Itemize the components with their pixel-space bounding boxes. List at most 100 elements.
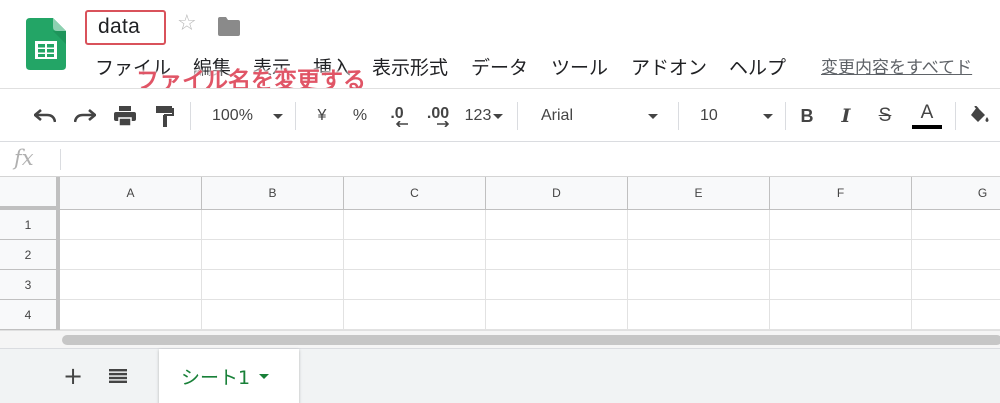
fill-color-button[interactable] — [965, 89, 995, 143]
spreadsheet-grid: A B C D E F G 1 2 3 4 — [0, 177, 1000, 337]
column-header-g[interactable]: G — [912, 177, 1000, 210]
menu-format[interactable]: 表示形式 — [372, 55, 448, 81]
column-header-e[interactable]: E — [628, 177, 770, 210]
percent-format-button[interactable]: % — [346, 89, 374, 143]
row-header-4[interactable]: 4 — [0, 300, 60, 330]
document-title[interactable]: data — [98, 15, 140, 39]
cell-c2[interactable] — [344, 240, 486, 270]
menu-data[interactable]: データ — [471, 55, 528, 81]
cell-c3[interactable] — [344, 270, 486, 300]
cell-e3[interactable] — [628, 270, 770, 300]
italic-icon: I — [841, 105, 851, 127]
text-color-swatch — [912, 125, 942, 129]
arrow-left-icon — [396, 121, 408, 127]
zoom-select[interactable]: 100% — [205, 89, 290, 143]
sheet-tab-1[interactable]: シート1 — [159, 349, 299, 403]
select-all-corner[interactable] — [0, 177, 60, 210]
paint-format-button[interactable] — [150, 89, 180, 143]
column-header-a[interactable]: A — [60, 177, 202, 210]
cell-g2[interactable] — [912, 240, 1000, 270]
percent-label: % — [352, 107, 368, 124]
cell-g4[interactable] — [912, 300, 1000, 330]
undo-icon — [34, 109, 56, 123]
cell-b2[interactable] — [202, 240, 344, 270]
print-button[interactable] — [110, 89, 140, 143]
column-header-c[interactable]: C — [344, 177, 486, 210]
toolbar: 100% ¥ % .0 .00 123 Arial 10 B I S A — [0, 88, 1000, 142]
currency-format-button[interactable]: ¥ — [308, 89, 336, 143]
horizontal-scrollbar[interactable] — [0, 330, 1000, 348]
formula-bar: fx — [0, 142, 1000, 177]
cell-b4[interactable] — [202, 300, 344, 330]
cell-b1[interactable] — [202, 210, 344, 240]
cell-a2[interactable] — [60, 240, 202, 270]
sheets-logo-icon[interactable] — [26, 18, 66, 70]
row-header-1[interactable]: 1 — [0, 210, 60, 240]
bold-icon: B — [800, 105, 814, 126]
cell-g1[interactable] — [912, 210, 1000, 240]
column-header-d[interactable]: D — [486, 177, 628, 210]
cell-c4[interactable] — [344, 300, 486, 330]
paint-bucket-icon — [971, 106, 989, 122]
cell-d2[interactable] — [486, 240, 628, 270]
redo-icon — [74, 109, 96, 123]
cell-a4[interactable] — [60, 300, 202, 330]
toolbar-divider — [785, 102, 786, 130]
formula-input[interactable] — [62, 142, 1000, 176]
all-sheets-menu-icon[interactable] — [109, 369, 127, 383]
bold-button[interactable]: B — [793, 89, 821, 143]
currency-label: ¥ — [317, 107, 327, 124]
cell-f2[interactable] — [770, 240, 912, 270]
row-header-3[interactable]: 3 — [0, 270, 60, 300]
scrollbar-thumb[interactable] — [62, 335, 1000, 345]
column-header-f[interactable]: F — [770, 177, 912, 210]
cell-g3[interactable] — [912, 270, 1000, 300]
cell-e4[interactable] — [628, 300, 770, 330]
font-family-caret-icon — [648, 113, 659, 119]
menu-help[interactable]: ヘルプ — [729, 55, 786, 81]
cell-f1[interactable] — [770, 210, 912, 240]
strikethrough-button[interactable]: S — [871, 89, 899, 143]
cell-e2[interactable] — [628, 240, 770, 270]
font-family-select[interactable]: Arial — [530, 89, 668, 143]
undo-button[interactable] — [30, 89, 60, 143]
font-size-select[interactable]: 10 — [690, 89, 775, 143]
cell-f3[interactable] — [770, 270, 912, 300]
menu-addons[interactable]: アドオン — [631, 55, 707, 81]
text-color-icon: A — [920, 102, 934, 123]
cell-d3[interactable] — [486, 270, 628, 300]
sheet-tab-label: シート1 — [181, 367, 251, 389]
formula-divider — [60, 149, 61, 170]
sheet-bar: + シート1 — [0, 348, 1000, 403]
add-sheet-button[interactable]: + — [63, 361, 83, 391]
cell-a3[interactable] — [60, 270, 202, 300]
toolbar-divider — [190, 102, 191, 130]
cell-a1[interactable] — [60, 210, 202, 240]
folder-icon[interactable] — [218, 17, 240, 36]
cell-e1[interactable] — [628, 210, 770, 240]
cell-f4[interactable] — [770, 300, 912, 330]
font-size-value: 10 — [700, 107, 718, 124]
redo-button[interactable] — [70, 89, 100, 143]
text-color-button[interactable]: A — [911, 89, 943, 143]
print-icon — [114, 106, 136, 126]
italic-button[interactable]: I — [832, 89, 860, 143]
more-formats-button[interactable]: 123 — [460, 89, 508, 143]
star-icon[interactable]: ☆ — [177, 13, 197, 35]
row-header-2[interactable]: 2 — [0, 240, 60, 270]
toolbar-divider — [955, 102, 956, 130]
cell-d4[interactable] — [486, 300, 628, 330]
decrease-decimal-button[interactable]: .0 — [381, 89, 413, 143]
font-family-value: Arial — [541, 107, 574, 124]
menu-tools[interactable]: ツール — [551, 55, 608, 81]
arrow-right-icon — [437, 121, 449, 127]
zoom-value: 100% — [212, 107, 253, 124]
sheet-tab-caret-icon[interactable] — [259, 374, 270, 379]
toolbar-divider — [295, 102, 296, 130]
cell-c1[interactable] — [344, 210, 486, 240]
last-edit-link[interactable]: 変更内容をすべてド — [821, 55, 972, 81]
cell-b3[interactable] — [202, 270, 344, 300]
column-header-b[interactable]: B — [202, 177, 344, 210]
cell-d1[interactable] — [486, 210, 628, 240]
increase-decimal-button[interactable]: .00 — [421, 89, 455, 143]
